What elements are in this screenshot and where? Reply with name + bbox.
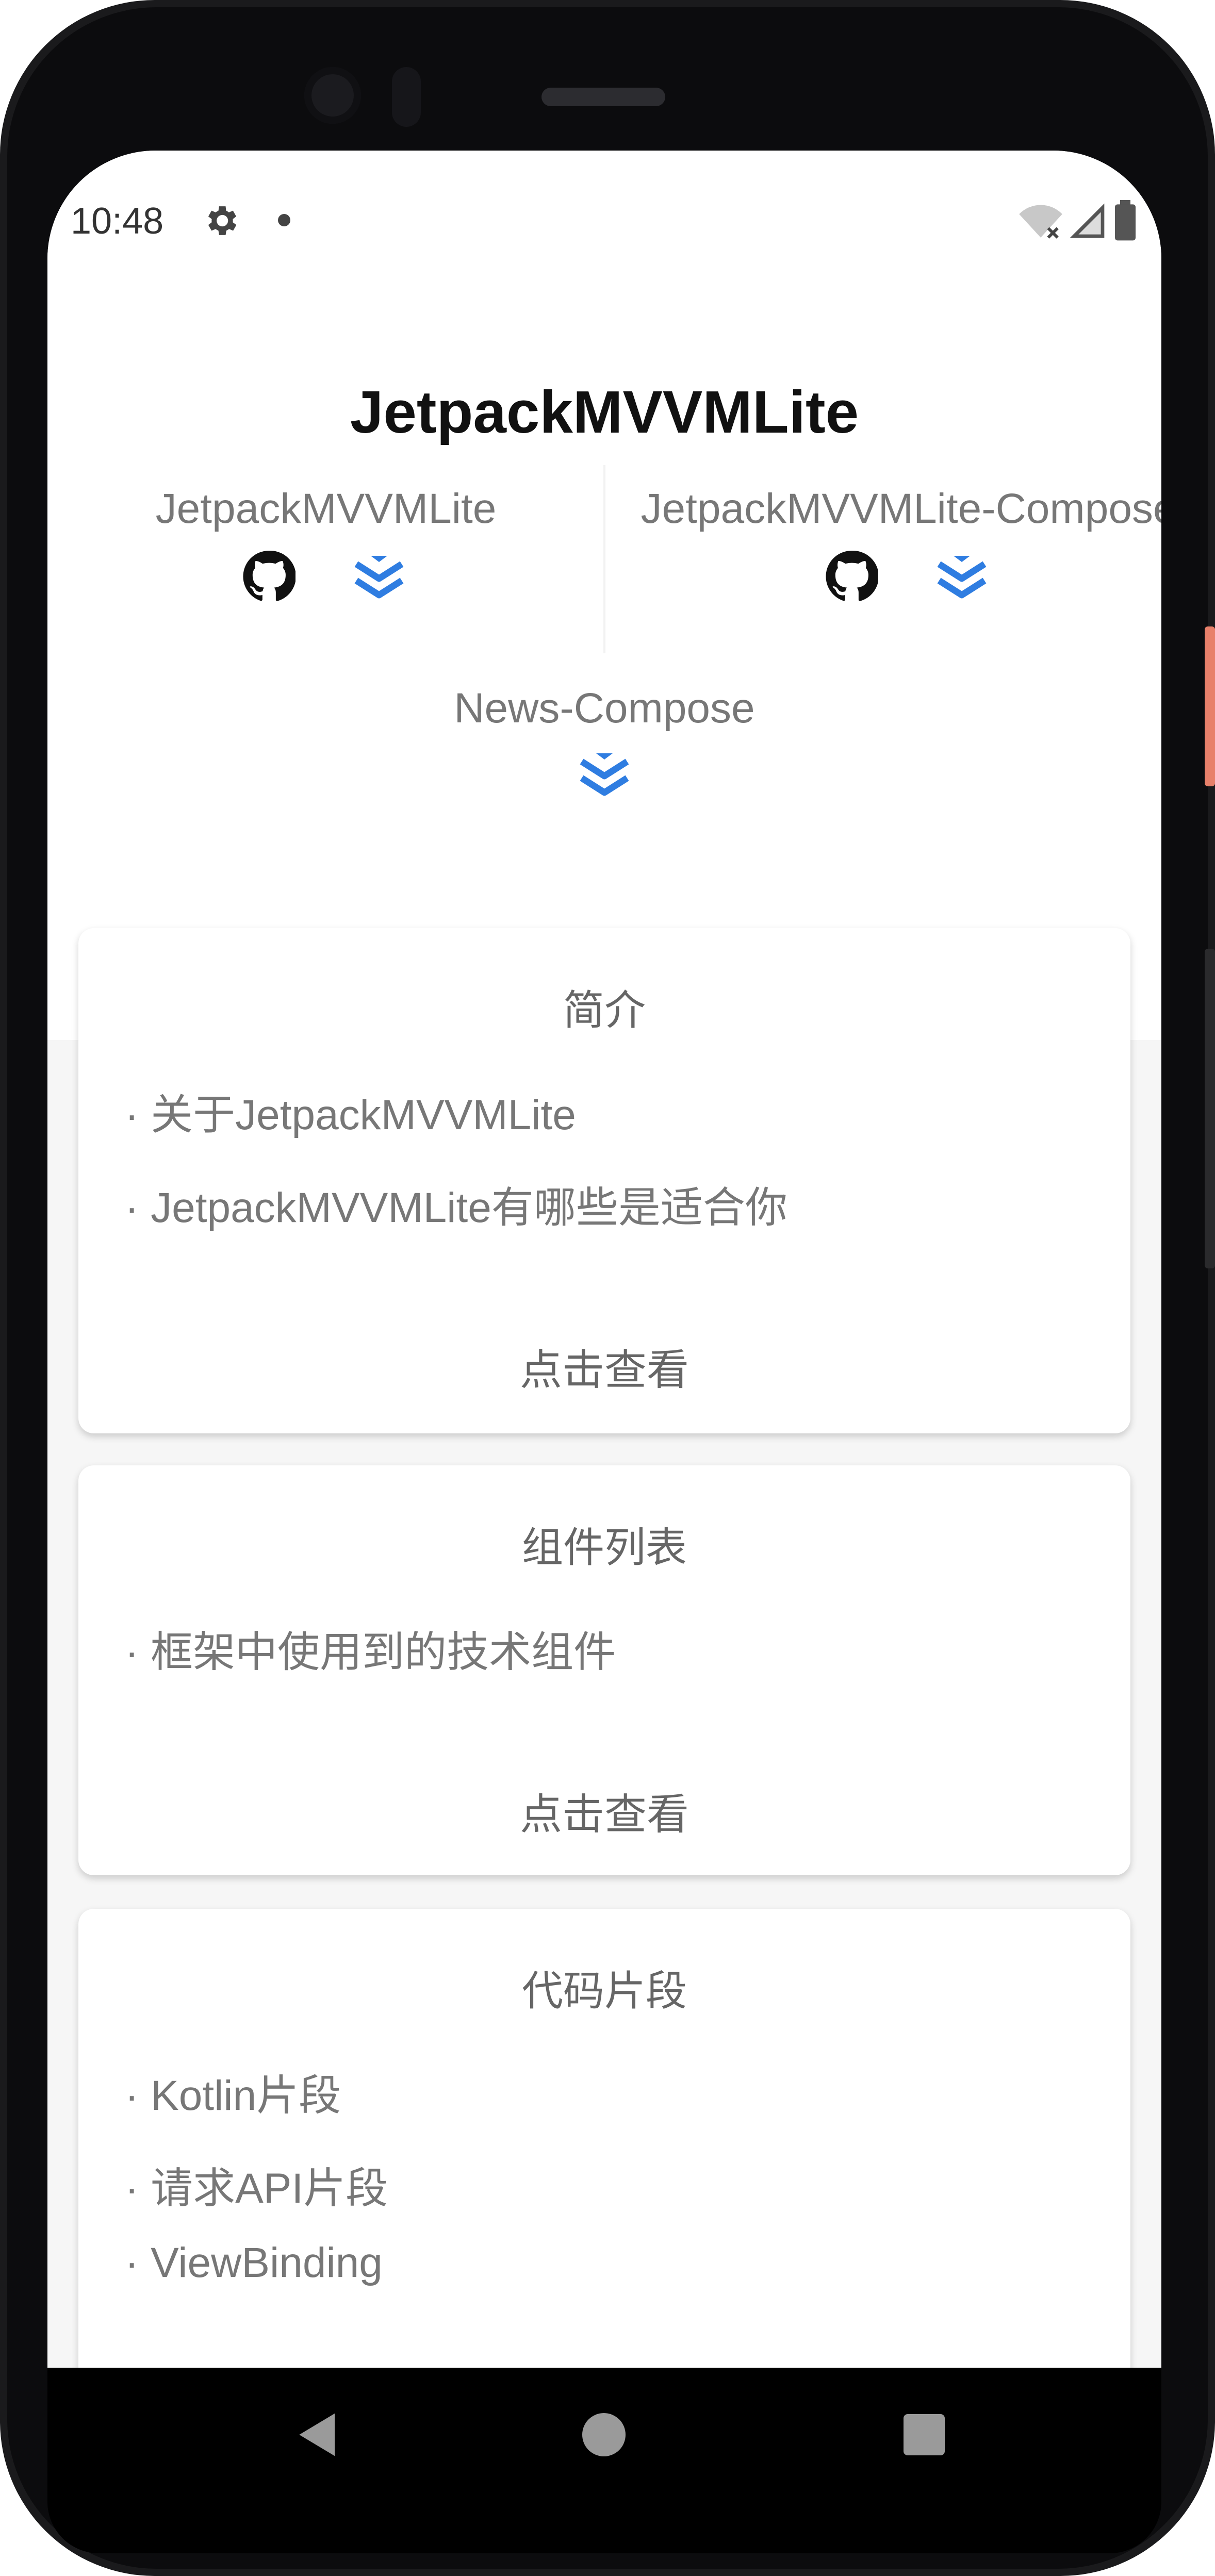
- card-components: 组件列表 · 框架中使用到的技术组件 点击查看: [78, 1465, 1130, 1875]
- proximity-sensor: [392, 67, 421, 127]
- back-icon[interactable]: [290, 2406, 347, 2463]
- power-button: [1205, 626, 1215, 786]
- recents-icon[interactable]: [904, 2414, 945, 2455]
- front-camera: [304, 67, 361, 124]
- download-icon[interactable]: [348, 552, 410, 612]
- project-jetpackmvvmlite: JetpackMVVMLite: [47, 485, 604, 606]
- gear-icon: [208, 206, 237, 235]
- card-intro: 简介 · 关于JetpackMVVMLite · JetpackMVVMLite…: [78, 928, 1130, 1433]
- status-time: 10:48: [71, 201, 164, 242]
- card-code-snippets: 代码片段 · Kotlin片段 · 请求API片段 · ViewBinding: [78, 1909, 1130, 2368]
- wifi-off-icon: [1019, 205, 1062, 239]
- view-details-button[interactable]: 点击查看: [78, 1780, 1130, 1841]
- earpiece-speaker: [541, 88, 665, 106]
- phone-chin: [47, 2502, 1161, 2553]
- github-icon[interactable]: [825, 550, 879, 614]
- project-jetpackmvvmlite-compose: JetpackMVVMLite-Compose: [604, 485, 1161, 606]
- page-title: JetpackMVVMLite: [350, 378, 859, 445]
- phone-frame: 10:48 JetpackMVVMLite JetpackMVVMLite Je…: [0, 0, 1215, 2576]
- download-icon[interactable]: [573, 749, 635, 809]
- list-item: · JetpackMVVMLite有哪些是适合你: [125, 1184, 787, 1231]
- card-title: 代码片段: [522, 1968, 687, 2014]
- list-item: · Kotlin片段: [125, 2072, 341, 2119]
- home-icon[interactable]: [582, 2413, 626, 2456]
- list-item: · ViewBinding: [125, 2239, 383, 2286]
- volume-button: [1205, 949, 1215, 1268]
- project-name: JetpackMVVMLite: [155, 485, 497, 532]
- signal-icon: [1070, 203, 1104, 238]
- header: JetpackMVVMLite JetpackMVVMLite JetpackM…: [47, 290, 1161, 1040]
- list-item: · 请求API片段: [125, 2165, 388, 2212]
- view-details-button[interactable]: 点击查看: [78, 1335, 1130, 1397]
- screen: 10:48 JetpackMVVMLite JetpackMVVMLite Je…: [47, 151, 1161, 2368]
- github-icon[interactable]: [242, 550, 296, 614]
- project-name: JetpackMVVMLite-Compose: [641, 485, 1161, 532]
- project-news-compose: News-Compose: [47, 684, 1161, 806]
- status-bar: 10:48: [47, 151, 1161, 290]
- battery-icon: [1115, 200, 1136, 241]
- download-icon[interactable]: [931, 552, 993, 612]
- list-item: · 框架中使用到的技术组件: [125, 1629, 616, 1676]
- notification-dot-icon: [278, 214, 290, 226]
- navigation-bar: [47, 2368, 1161, 2502]
- card-title: 简介: [563, 987, 646, 1033]
- project-name: News-Compose: [454, 685, 755, 732]
- card-title: 组件列表: [522, 1525, 687, 1571]
- status-icons: [1017, 200, 1141, 241]
- list-item: · 关于JetpackMVVMLite: [125, 1092, 576, 1138]
